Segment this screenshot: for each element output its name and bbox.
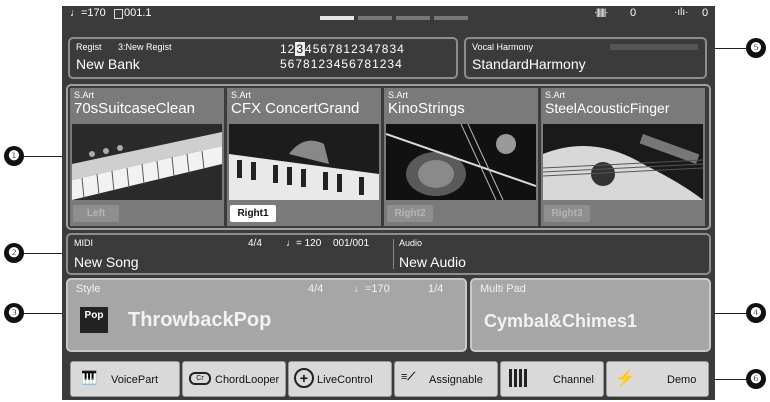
electric-piano-picture: [72, 124, 222, 200]
song-divider: [393, 239, 394, 269]
chord-looper-button[interactable]: Cr ChordLooper: [182, 361, 286, 397]
channel-button[interactable]: Channel: [500, 361, 604, 397]
song-time-signature: 4/4: [248, 238, 262, 249]
voice-name: CFX ConcertGrand: [231, 100, 360, 117]
pop-style-icon: Pop: [80, 307, 108, 333]
demo-label: Demo: [667, 374, 697, 386]
multi-pad-name: Cymbal&Chimes1: [484, 311, 638, 331]
voice-card-right3[interactable]: S.Art SteelAcousticFinger Right3: [541, 88, 705, 226]
callout-1-line: [24, 156, 64, 157]
callout-3: ❸: [4, 303, 24, 323]
voice-part-button[interactable]: 🎹 VoicePart: [70, 361, 180, 397]
song-position-icon: [114, 9, 123, 19]
registration-panel[interactable]: Regist 3:New Regist New Bank 12345678123…: [68, 37, 458, 79]
audio-name[interactable]: New Audio: [399, 254, 466, 270]
page-indicator-2: [358, 16, 392, 20]
callout-1: ❶: [4, 146, 24, 166]
regist-label: Regist: [76, 42, 102, 52]
vocal-harmony-name: StandardHarmony: [472, 56, 586, 72]
part-button-right1[interactable]: Right1: [230, 205, 276, 222]
demo-button[interactable]: ⚡ Demo: [606, 361, 709, 397]
voice-card-left[interactable]: S.Art 70sSuitcaseClean Left: [70, 88, 224, 226]
assignable-label: Assignable: [429, 374, 483, 386]
assignable-icon: ≡⟋: [401, 371, 416, 383]
voice-name: KinoStrings: [388, 100, 465, 117]
strings-picture: [386, 124, 536, 200]
song-panel[interactable]: MIDI 4/4 ♩= 120 001/001 New Song Audio N…: [66, 233, 711, 275]
part-button-right2[interactable]: Right2: [387, 205, 433, 222]
voice-tag: S.Art: [388, 90, 409, 100]
callout-5: ❺: [746, 38, 766, 58]
voice-card-right1[interactable]: S.Art CFX ConcertGrand Right1: [227, 88, 381, 226]
callout-6-line: [712, 379, 746, 380]
live-control-button[interactable]: + LiveControl: [288, 361, 392, 397]
style-beat: 1/4: [428, 283, 444, 295]
multi-pad-panel[interactable]: Multi Pad Cymbal&Chimes1: [470, 278, 711, 352]
voice-tag: S.Art: [231, 90, 252, 100]
tempo-readout: ♩=170: [70, 7, 106, 19]
page-indicator-1: [320, 16, 354, 20]
chord-looper-icon: Cr: [189, 372, 211, 385]
regist-current: 3:New Regist: [118, 42, 172, 52]
style-label: Style: [76, 283, 101, 295]
regist-row-1[interactable]: 1234567812347834: [280, 42, 405, 56]
callout-2-line: [24, 253, 64, 254]
regist-bank: New Bank: [76, 56, 140, 72]
voice-part-label: VoicePart: [111, 374, 159, 386]
voice-tag: S.Art: [74, 90, 95, 100]
part-button-left[interactable]: Left: [73, 205, 119, 222]
midi-counter: 0: [702, 7, 709, 19]
page-indicator-4: [434, 16, 468, 20]
vocal-harmony-panel[interactable]: Vocal Harmony StandardHarmony: [464, 37, 707, 79]
callout-4: ❹: [746, 303, 766, 323]
channel-label: Channel: [553, 374, 594, 386]
callout-6: ❻: [746, 369, 766, 389]
voice-name: SteelAcousticFinger: [545, 100, 670, 116]
assignable-button[interactable]: ≡⟋ Assignable: [394, 361, 498, 397]
keyboard-stand-icon: ⚡: [615, 370, 635, 387]
voice-name: 70sSuitcaseClean: [74, 100, 195, 117]
voice-image-acoustic-guitar: [543, 124, 703, 200]
midi-counter-icon: ·ılı·: [674, 7, 689, 18]
voice-image-electric-piano: [72, 124, 222, 200]
keyboard-counter: 0: [630, 7, 637, 19]
main-screen: ♩=170 001.1 ·|||||||· 0 ·ılı· 0 Regist 3…: [62, 6, 715, 400]
callout-2: ❷: [4, 243, 24, 263]
multi-pad-label: Multi Pad: [480, 283, 526, 295]
style-time-signature: 4/4: [308, 283, 324, 295]
regist-row-2[interactable]: 5678123456781234: [280, 57, 403, 71]
keyboard-icon: 🎹: [81, 370, 98, 385]
grand-piano-picture: [229, 124, 379, 200]
song-name[interactable]: New Song: [74, 254, 139, 270]
regist-selected: 3: [295, 42, 306, 56]
song-tempo: ♩= 120: [286, 238, 322, 249]
keyboard-counter-icon: ·|||||||·: [594, 7, 608, 17]
voice-image-grand-piano: [229, 124, 379, 200]
midi-label: MIDI: [74, 238, 93, 248]
style-name: ThrowbackPop: [128, 309, 272, 331]
voice-card-right2[interactable]: S.Art KinoStrings Right2: [384, 88, 538, 226]
audio-label: Audio: [399, 238, 423, 248]
part-button-right3[interactable]: Right3: [544, 205, 590, 222]
voice-image-strings: [386, 124, 536, 200]
page-indicator-3: [396, 16, 430, 20]
acoustic-guitar-picture: [543, 124, 703, 200]
chord-looper-label: ChordLooper: [215, 374, 280, 386]
style-panel[interactable]: Style 4/4 ♩=170 1/4 Pop ThrowbackPop: [66, 278, 467, 352]
song-position: 001.1: [124, 7, 152, 19]
style-tempo: ♩=170: [354, 283, 390, 295]
callout-4-line: [712, 313, 746, 314]
regist-row-1-start: 12: [280, 42, 296, 56]
vocal-harmony-label: Vocal Harmony: [472, 42, 534, 52]
voice-tag: S.Art: [545, 90, 566, 100]
vocal-harmony-meter: [610, 44, 698, 50]
regist-row-1-end: 4567812347834: [305, 42, 405, 56]
callout-3-line: [24, 313, 64, 314]
live-control-icon: +: [294, 368, 314, 388]
channel-grid-icon: [509, 369, 527, 387]
live-control-label: LiveControl: [317, 374, 373, 386]
song-measure: 001/001: [333, 238, 370, 249]
callout-5-line: [712, 48, 746, 49]
